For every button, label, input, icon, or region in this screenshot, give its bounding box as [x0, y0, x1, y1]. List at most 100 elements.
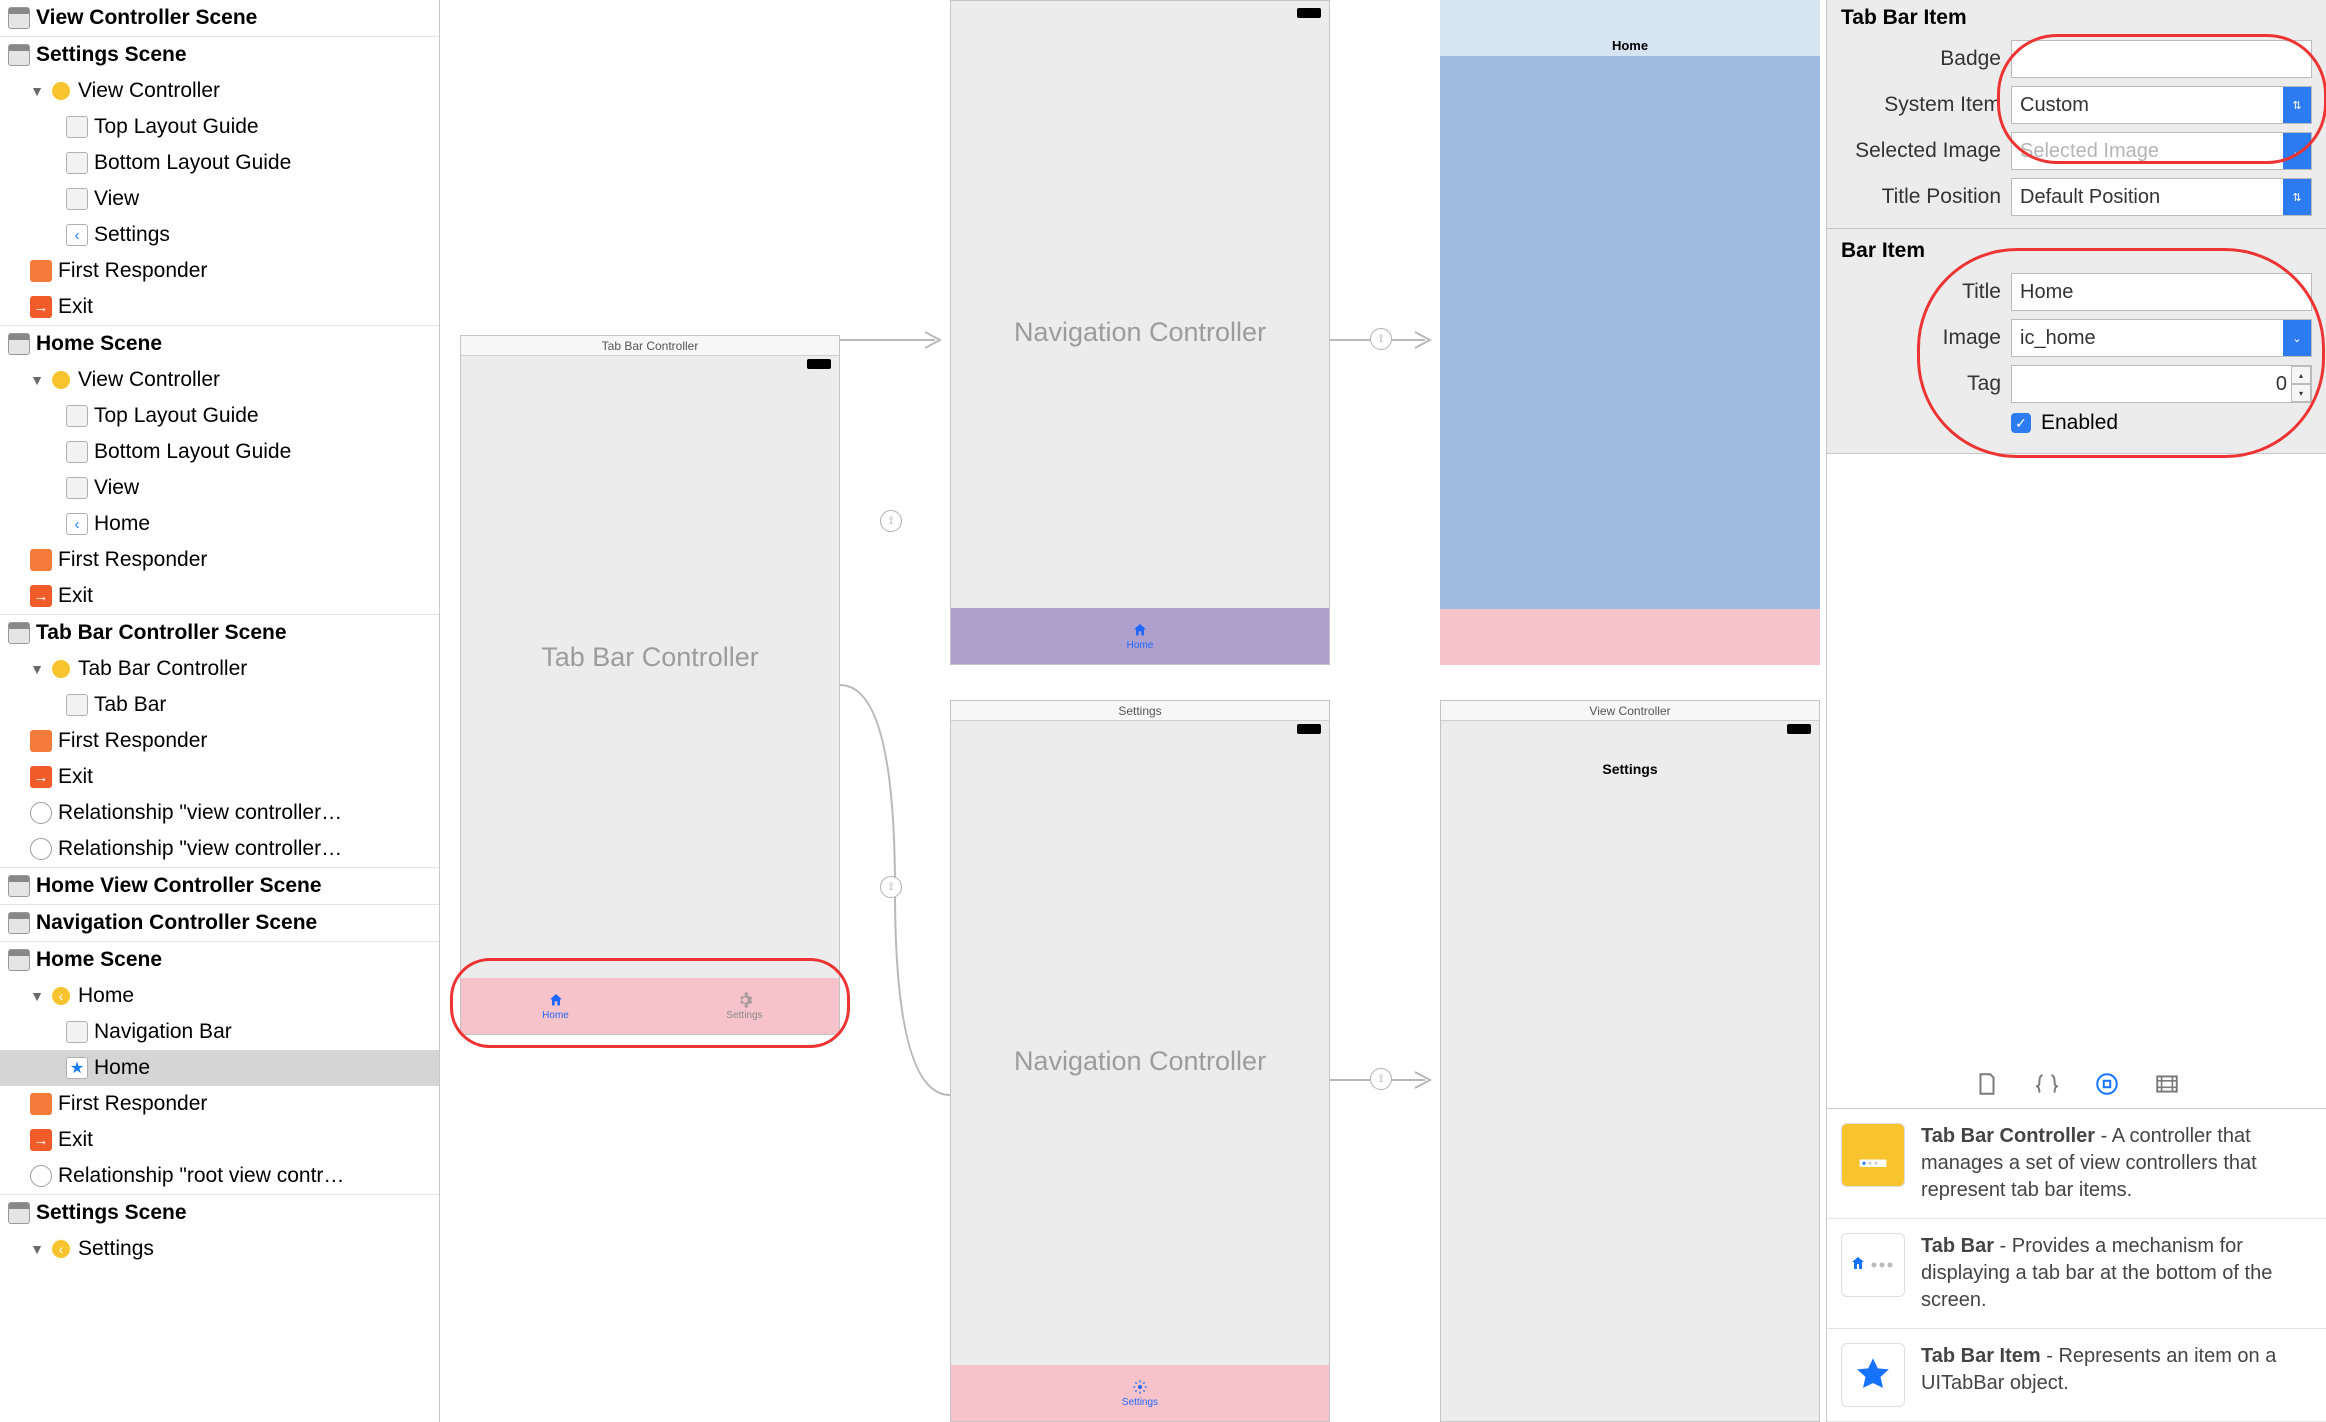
scene-navigation-controller[interactable]: Navigation Controller Scene: [0, 905, 439, 941]
canvas-nav-controller-settings[interactable]: Settings Navigation Controller Settings: [950, 700, 1330, 1422]
selected-image-combo[interactable]: Selected Image ⌄: [2011, 132, 2312, 170]
controller-placeholder-label: Navigation Controller: [1014, 317, 1266, 348]
outline-view-controller[interactable]: ▼ View Controller: [0, 73, 439, 109]
title-position-combo[interactable]: Default Position ⇅: [2011, 178, 2312, 216]
outline-exit[interactable]: →Exit: [0, 289, 439, 325]
tab-home[interactable]: Home: [461, 978, 650, 1034]
canvas-nav-controller-home[interactable]: Navigation Controller Home: [950, 0, 1330, 665]
disclosure-triangle-icon[interactable]: ▼: [30, 1241, 44, 1257]
object-library[interactable]: Tab Bar Controller - A controller that m…: [1827, 1109, 2326, 1422]
view-controller-icon: [50, 80, 72, 102]
library-tab-file[interactable]: [1974, 1071, 2000, 1097]
storyboard-canvas[interactable]: Tab Bar Controller Tab Bar Controller Ho…: [440, 0, 1826, 1422]
segue-handle[interactable]: ⟟: [880, 876, 902, 898]
badge-label: Badge: [1841, 47, 2001, 71]
outline-settings-item[interactable]: ‹Settings: [0, 217, 439, 253]
chevron-down-icon[interactable]: ⌄: [2283, 320, 2311, 356]
disclosure-triangle-icon[interactable]: ▼: [30, 661, 44, 677]
outline-view[interactable]: View: [0, 470, 439, 506]
navigation-controller-icon: ‹: [50, 1238, 72, 1260]
scene-view-controller[interactable]: View Controller Scene: [0, 0, 439, 36]
item-label: Exit: [58, 584, 93, 608]
outline-first-responder[interactable]: First Responder: [0, 253, 439, 289]
item-label: Relationship "view controller…: [58, 801, 342, 825]
item-label: Exit: [58, 1128, 93, 1152]
outline-top-layout-guide[interactable]: Top Layout Guide: [0, 109, 439, 145]
scene-home-nav[interactable]: Home Scene: [0, 942, 439, 978]
tab-bar-icon: [1841, 1233, 1905, 1297]
disclosure-triangle-icon[interactable]: ▼: [30, 988, 44, 1004]
disclosure-triangle-icon[interactable]: ▼: [30, 372, 44, 388]
outline-tab-bar[interactable]: Tab Bar: [0, 687, 439, 723]
first-responder-icon: [30, 1093, 52, 1115]
tab-bar-item-preview[interactable]: Home: [951, 608, 1329, 664]
library-item-tab-bar-item[interactable]: Tab Bar Item - Represents an item on a U…: [1827, 1329, 2326, 1422]
outline-tab-bar-controller[interactable]: ▼ Tab Bar Controller: [0, 651, 439, 687]
enabled-checkbox[interactable]: ✓: [2011, 413, 2031, 433]
tag-stepper[interactable]: ▴▾: [2291, 366, 2311, 402]
outline-navigation-bar[interactable]: Navigation Bar: [0, 1014, 439, 1050]
disclosure-triangle-icon[interactable]: ▼: [30, 83, 44, 99]
gear-icon: [1132, 1379, 1148, 1395]
scene-home-view-controller[interactable]: Home View Controller Scene: [0, 868, 439, 904]
outline-exit[interactable]: →Exit: [0, 759, 439, 795]
library-item-tab-bar[interactable]: Tab Bar - Provides a mechanism for displ…: [1827, 1219, 2326, 1329]
image-combo[interactable]: ic_home ⌄: [2011, 319, 2312, 357]
outline-bottom-layout-guide[interactable]: Bottom Layout Guide: [0, 434, 439, 470]
chevron-down-icon[interactable]: ⌄: [2283, 133, 2311, 169]
outline-view[interactable]: View: [0, 181, 439, 217]
scene-icon: [8, 44, 30, 66]
layout-guide-icon: [66, 441, 88, 463]
outline-view-controller[interactable]: ▼ View Controller: [0, 362, 439, 398]
canvas-tab-bar-controller[interactable]: Tab Bar Controller Tab Bar Controller Ho…: [460, 335, 840, 1035]
outline-relationship[interactable]: Relationship "view controller…: [0, 795, 439, 831]
segue-handle[interactable]: ⟟: [1370, 328, 1392, 350]
scene-settings[interactable]: Settings Scene: [0, 37, 439, 73]
outline-settings-nav[interactable]: ▼ ‹ Settings: [0, 1231, 439, 1267]
tab-bar[interactable]: Home Settings: [461, 978, 839, 1034]
system-item-combo[interactable]: Custom ⇅: [2011, 86, 2312, 124]
tab-bar-item-preview[interactable]: Settings: [951, 1365, 1329, 1421]
image-label: Image: [1841, 326, 2001, 350]
title-field[interactable]: Home: [2011, 273, 2312, 311]
item-label: Exit: [58, 765, 93, 789]
canvas-home-vc[interactable]: Home: [1440, 0, 1820, 665]
scene-home[interactable]: Home Scene: [0, 326, 439, 362]
tag-field[interactable]: 0 ▴▾: [2011, 365, 2312, 403]
stepper-down-icon[interactable]: ▾: [2291, 384, 2311, 402]
library-tab-objects[interactable]: [2094, 1071, 2120, 1097]
scene-tab-bar-controller[interactable]: Tab Bar Controller Scene: [0, 615, 439, 651]
outline-exit[interactable]: →Exit: [0, 578, 439, 614]
library-tab-code[interactable]: [2034, 1071, 2060, 1097]
item-label: View Controller: [78, 79, 220, 103]
document-outline[interactable]: View Controller Scene Settings Scene ▼ V…: [0, 0, 440, 1422]
badge-field[interactable]: [2011, 40, 2312, 78]
chevron-up-down-icon[interactable]: ⇅: [2283, 179, 2311, 215]
outline-first-responder[interactable]: First Responder: [0, 723, 439, 759]
outline-home-tab-item[interactable]: ★Home: [0, 1050, 439, 1086]
view-controller-icon: [50, 658, 72, 680]
chevron-up-down-icon[interactable]: ⇅: [2283, 87, 2311, 123]
navigation-bar: [1440, 0, 1820, 36]
outline-top-layout-guide[interactable]: Top Layout Guide: [0, 398, 439, 434]
tab-bar-icon: [66, 694, 88, 716]
segue-handle[interactable]: ⟟: [880, 510, 902, 532]
library-item-tab-bar-controller[interactable]: Tab Bar Controller - A controller that m…: [1827, 1109, 2326, 1219]
scene-settings-2[interactable]: Settings Scene: [0, 1195, 439, 1231]
outline-home-item[interactable]: ‹Home: [0, 506, 439, 542]
outline-relationship[interactable]: Relationship "view controller…: [0, 831, 439, 867]
outline-home-nav[interactable]: ▼ ‹ Home: [0, 978, 439, 1014]
outline-relationship[interactable]: Relationship "root view contr…: [0, 1158, 439, 1194]
outline-bottom-layout-guide[interactable]: Bottom Layout Guide: [0, 145, 439, 181]
item-label: Settings: [94, 223, 170, 247]
outline-first-responder[interactable]: First Responder: [0, 1086, 439, 1122]
layout-guide-icon: [66, 405, 88, 427]
stepper-up-icon[interactable]: ▴: [2291, 366, 2311, 384]
outline-exit[interactable]: →Exit: [0, 1122, 439, 1158]
tab-settings[interactable]: Settings: [650, 978, 839, 1034]
library-tab-media[interactable]: [2154, 1071, 2180, 1097]
tab-label: Home: [542, 1010, 569, 1021]
outline-first-responder[interactable]: First Responder: [0, 542, 439, 578]
segue-handle[interactable]: ⟟: [1370, 1068, 1392, 1090]
canvas-settings-vc[interactable]: View Controller Settings: [1440, 700, 1820, 1422]
